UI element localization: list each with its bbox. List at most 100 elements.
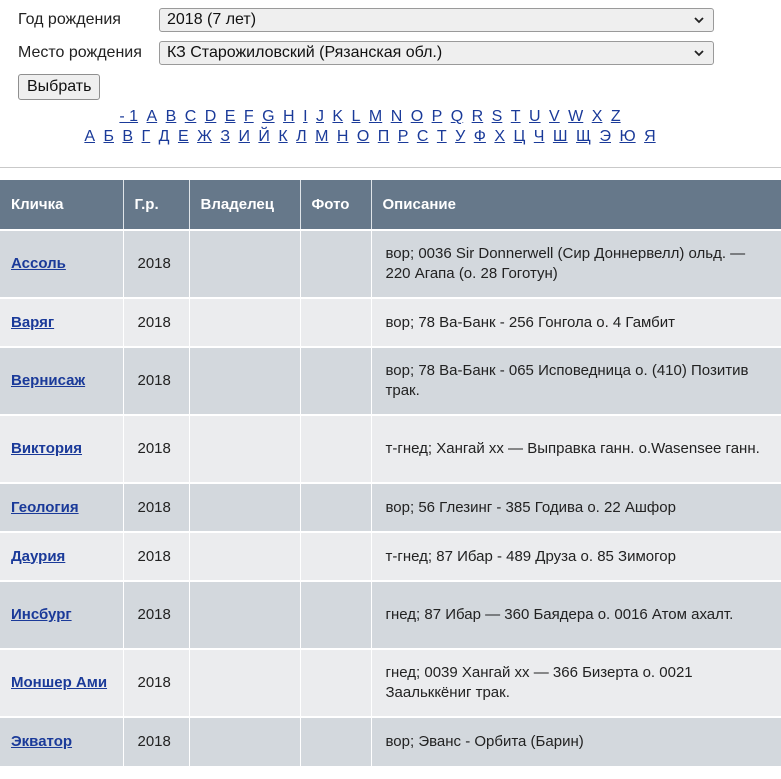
place-label: Место рождения [18, 44, 142, 61]
year-select[interactable]: 2018 (7 лет) [159, 8, 714, 32]
alphabet-link[interactable]: Z [611, 108, 621, 125]
cell-photo [300, 716, 372, 766]
alphabet-link[interactable]: Ш [553, 128, 568, 145]
alphabet-link[interactable]: S [492, 108, 503, 125]
cell-photo [300, 482, 372, 532]
alphabet-link[interactable]: C [185, 108, 197, 125]
alphabet-link[interactable]: Ю [619, 128, 635, 145]
alphabet-link[interactable]: Я [644, 128, 656, 145]
alphabet-link[interactable]: Н [337, 128, 349, 145]
alphabet-link[interactable]: R [472, 108, 484, 125]
alphabet-link[interactable]: Е [178, 128, 189, 145]
latin-alphabet-nav: - 1 A B C D E F G H I J K L M N O P Q R … [0, 107, 740, 127]
cell-year: 2018 [123, 229, 190, 298]
cell-owner [189, 716, 301, 766]
alphabet-link[interactable]: P [432, 108, 443, 125]
cell-name: Вернисаж [0, 346, 124, 415]
alphabet-link[interactable]: K [332, 108, 343, 125]
alphabet-link[interactable]: Щ [576, 128, 591, 145]
alphabet-link[interactable]: Р [398, 128, 409, 145]
alphabet-link[interactable]: Ф [474, 128, 486, 145]
alphabet-link[interactable]: A [147, 108, 158, 125]
alphabet-link[interactable]: V [549, 108, 560, 125]
alphabet-link[interactable]: L [352, 108, 361, 125]
cell-year: 2018 [123, 580, 190, 649]
alphabet-link[interactable]: В [122, 128, 133, 145]
alphabet-link[interactable]: T [511, 108, 521, 125]
alphabet-link[interactable]: А [84, 128, 95, 145]
submit-button[interactable]: Выбрать [18, 74, 101, 100]
alphabet-link[interactable]: M [369, 108, 382, 125]
horse-name-link[interactable]: Вернисаж [11, 372, 85, 389]
cell-description: т-гнед; 87 Ибар - 489 Друза о. 85 Зимого… [371, 531, 781, 581]
alphabet-link[interactable]: И [238, 128, 250, 145]
cell-year: 2018 [123, 531, 190, 581]
alphabet-link[interactable]: З [220, 128, 230, 145]
table-row: Виктория 2018 т-гнед; Хангай хх — Выправка… [0, 414, 781, 483]
horse-name-link[interactable]: Геология [11, 499, 79, 516]
alphabet-link[interactable]: G [262, 108, 274, 125]
alphabet-link[interactable]: Й [258, 128, 270, 145]
alphabet-link[interactable]: К [278, 128, 287, 145]
alphabet-link[interactable]: Г [142, 128, 151, 145]
alphabet-link[interactable]: О [357, 128, 369, 145]
alphabet-link[interactable]: Д [159, 128, 170, 145]
alphabet-link[interactable]: Ж [197, 128, 212, 145]
cell-photo [300, 346, 372, 415]
alphabet-link[interactable]: N [391, 108, 403, 125]
cell-owner [189, 297, 301, 347]
cell-photo [300, 580, 372, 649]
alphabet-link[interactable]: П [378, 128, 390, 145]
horse-name-link[interactable]: Варяг [11, 314, 54, 331]
horse-name-link[interactable]: Экватор [11, 733, 72, 750]
alphabet-link[interactable]: М [315, 128, 328, 145]
cell-owner [189, 229, 301, 298]
alphabet-link[interactable]: J [316, 108, 324, 125]
alphabet-link[interactable]: E [225, 108, 236, 125]
cell-description: гнед; 87 Ибар — 360 Баядера о. 0016 Атом… [371, 580, 781, 649]
year-label: Год рождения [18, 11, 121, 28]
horse-name-link[interactable]: Виктория [11, 440, 82, 457]
cell-name: Моншер Ами [0, 648, 124, 717]
alphabet-link[interactable]: - 1 [119, 108, 138, 125]
alphabet-link[interactable]: W [568, 108, 583, 125]
chevron-down-icon [694, 50, 704, 57]
alphabet-link[interactable]: Т [437, 128, 447, 145]
cell-name: Варяг [0, 297, 124, 347]
alphabet-link[interactable]: O [411, 108, 423, 125]
alphabet-link[interactable]: С [417, 128, 429, 145]
header-name: Кличка [0, 180, 124, 230]
divider [0, 167, 781, 168]
table-row: Ассоль 2018 вор; 0036 Sir Donnerwell (Сир … [0, 229, 781, 298]
cell-year: 2018 [123, 414, 190, 483]
alphabet-link[interactable]: I [303, 108, 307, 125]
alphabet-link[interactable]: X [592, 108, 603, 125]
alphabet-link[interactable]: U [529, 108, 541, 125]
alphabet-link[interactable]: У [455, 128, 465, 145]
cell-year: 2018 [123, 297, 190, 347]
horse-name-link[interactable]: Даурия [11, 548, 65, 565]
alphabet-link[interactable]: Х [494, 128, 505, 145]
alphabet-link[interactable]: B [166, 108, 177, 125]
alphabet-link[interactable]: Ч [534, 128, 545, 145]
alphabet-link[interactable]: D [205, 108, 217, 125]
horse-name-link[interactable]: Инсбург [11, 606, 72, 623]
place-select-value: КЗ Старожиловский (Рязанская обл.) [167, 44, 443, 61]
alphabet-link[interactable]: Ц [514, 128, 526, 145]
cell-description: вор; 0036 Sir Donnerwell (Сир Доннервелл… [371, 229, 781, 298]
cell-owner [189, 346, 301, 415]
alphabet-link[interactable]: F [244, 108, 254, 125]
place-select[interactable]: КЗ Старожиловский (Рязанская обл.) [159, 41, 714, 65]
alphabet-link[interactable]: Q [451, 108, 463, 125]
alphabet-link[interactable]: Э [600, 128, 612, 145]
horse-name-link[interactable]: Моншер Ами [11, 674, 107, 691]
header-description: Описание [371, 180, 781, 230]
alphabet-link[interactable]: H [283, 108, 295, 125]
header-photo: Фото [300, 180, 372, 230]
cell-owner [189, 531, 301, 581]
cell-year: 2018 [123, 648, 190, 717]
alphabet-link[interactable]: Б [103, 128, 114, 145]
cell-owner [189, 414, 301, 483]
horse-name-link[interactable]: Ассоль [11, 255, 66, 272]
alphabet-link[interactable]: Л [296, 128, 307, 145]
